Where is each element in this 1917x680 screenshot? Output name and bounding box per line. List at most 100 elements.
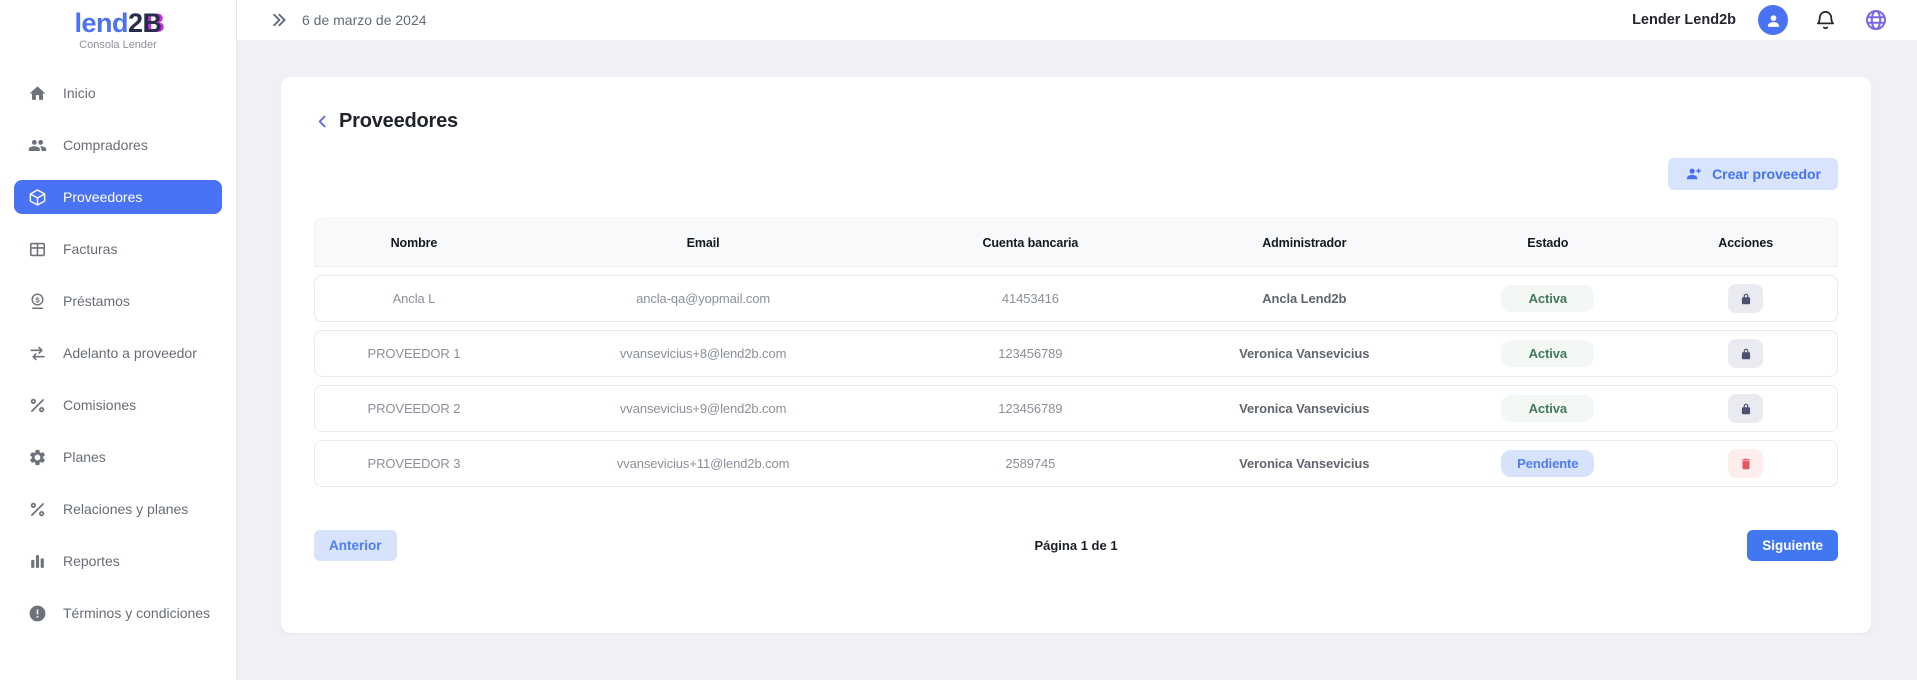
notifications-button[interactable] [1814,9,1837,32]
trash-icon [1741,458,1750,469]
brand-subtitle: Consola Lender [79,39,157,51]
providers-table: Nombre Email Cuenta bancaria Administrad… [314,218,1838,487]
sidebar-collapse-button[interactable] [270,10,290,30]
sidebar-item-compradores[interactable]: Compradores [14,128,222,162]
status-badge: Activa [1501,340,1595,367]
sidebar-item-inicio[interactable]: Inicio [14,76,222,110]
user-name: Lender Lend2b [1632,12,1736,28]
person-icon [1767,14,1779,27]
logo-lend: lend [74,8,128,38]
logo-2: 2 [127,8,143,38]
app-root: lend2B Consola Lender Inicio Compradores [0,0,1917,680]
gear-icon [27,447,47,467]
cell-email: vvansevicius+9@lend2b.com [619,401,787,416]
cell-estado: Activa [1441,395,1654,422]
cell-nombre: PROVEEDOR 2 [367,401,461,416]
current-date: 6 de marzo de 2024 [302,12,427,28]
cell-nombre: PROVEEDOR 3 [367,456,461,471]
lock-button[interactable] [1728,284,1764,313]
sidebar-item-terminos-y-condiciones[interactable]: Términos y condiciones [14,596,222,630]
lock-button[interactable] [1728,394,1764,423]
home-icon [27,83,47,103]
page-title: Proveedores [339,110,458,132]
language-button[interactable] [1864,8,1888,32]
sidebar: lend2B Consola Lender Inicio Compradores [0,0,237,680]
sidebar-item-reportes[interactable]: Reportes [14,544,222,578]
delete-button[interactable] [1728,449,1764,478]
sidebar-item-facturas[interactable]: Facturas [14,232,222,266]
sidebar-item-label: Términos y condiciones [63,605,211,621]
table-icon [27,239,47,259]
topbar-left: 6 de marzo de 2024 [270,10,427,30]
lock-button[interactable] [1728,339,1764,368]
cell-administrador: Veronica Vansevicius [1239,346,1370,361]
cell-email: vvansevicius+8@lend2b.com [619,346,787,361]
cell-acciones [1654,284,1837,313]
create-provider-button[interactable]: Crear proveedor [1668,158,1838,190]
table-row: PROVEEDOR 2 vvansevicius+9@lend2b.com 12… [314,385,1838,432]
brand-logo: lend2B Consola Lender [0,0,236,60]
status-badge: Activa [1501,395,1595,422]
back-button[interactable] [314,113,332,131]
logo-text: lend2B [0,9,236,37]
sidebar-nav: Inicio Compradores Proveedores Facturas [0,60,236,630]
header-cuenta-bancaria: Cuenta bancaria [982,235,1079,250]
table-row: Ancla L ancla-qa@yopmail.com 41453416 An… [314,275,1838,322]
header-estado: Estado [1527,235,1569,250]
cell-administrador: Ancla Lend2b [1262,291,1347,306]
cell-nombre: Ancla L [392,291,436,306]
sidebar-item-label: Facturas [63,241,118,257]
header-email: Email [686,235,720,250]
swap-arrows-icon [27,343,47,363]
table-row: PROVEEDOR 1 vvansevicius+8@lend2b.com 12… [314,330,1838,377]
sidebar-item-adelanto-a-proveedor[interactable]: Adelanto a proveedor [14,336,222,370]
sidebar-item-label: Proveedores [63,189,143,205]
title-row: Proveedores [314,77,1838,133]
sidebar-item-label: Adelanto a proveedor [63,345,197,361]
bar-chart-icon [27,551,47,571]
lock-icon [1741,403,1750,414]
previous-page-button[interactable]: Anterior [314,529,397,561]
coin-icon: $ [27,291,47,311]
pagination: Anterior Página 1 de 1 Siguiente [314,529,1838,561]
svg-text:$: $ [35,295,40,304]
sidebar-item-prestamos[interactable]: $ Préstamos [14,284,222,318]
percent-icon [27,395,47,415]
cell-email: ancla-qa@yopmail.com [636,291,771,306]
table-row: PROVEEDOR 3 vvansevicius+11@lend2b.com 2… [314,440,1838,487]
cell-administrador: Veronica Vansevicius [1239,456,1370,471]
content-area: Proveedores Crear proveedor Nombre Email… [237,40,1917,680]
cell-cuenta-bancaria: 41453416 [1001,291,1059,306]
cell-acciones [1654,339,1837,368]
header-nombre: Nombre [390,235,438,250]
sidebar-item-comisiones[interactable]: Comisiones [14,388,222,422]
cell-email: vvansevicius+11@lend2b.com [616,456,790,471]
next-page-button[interactable]: Siguiente [1747,529,1838,561]
user-avatar[interactable] [1758,5,1788,35]
page-info: Página 1 de 1 [1034,537,1118,553]
header-acciones: Acciones [1718,235,1774,250]
header-administrador: Administrador [1262,235,1347,250]
sidebar-item-planes[interactable]: Planes [14,440,222,474]
lock-icon [1741,293,1750,304]
cell-cuenta-bancaria: 123456789 [998,346,1063,361]
cell-administrador: Veronica Vansevicius [1239,401,1370,416]
people-icon [27,135,47,155]
cell-estado: Activa [1441,285,1654,312]
bell-icon [1816,10,1835,29]
sidebar-item-label: Reportes [63,553,120,569]
sidebar-item-label: Préstamos [63,293,130,309]
cell-cuenta-bancaria: 2589745 [1005,456,1056,471]
create-provider-label: Crear proveedor [1712,166,1821,182]
proveedores-card: Proveedores Crear proveedor Nombre Email… [281,77,1871,633]
topbar-right: Lender Lend2b [1632,5,1888,35]
table-header-row: Nombre Email Cuenta bancaria Administrad… [314,218,1838,267]
sidebar-item-label: Comisiones [63,397,137,413]
double-chevron-right-icon [273,13,286,27]
sidebar-item-label: Relaciones y planes [63,501,189,517]
lock-icon [1741,348,1750,359]
sidebar-item-relaciones-y-planes[interactable]: Relaciones y planes [14,492,222,526]
sidebar-item-proveedores[interactable]: Proveedores [14,180,222,214]
percent-icon [27,499,47,519]
sidebar-item-label: Planes [63,449,106,465]
